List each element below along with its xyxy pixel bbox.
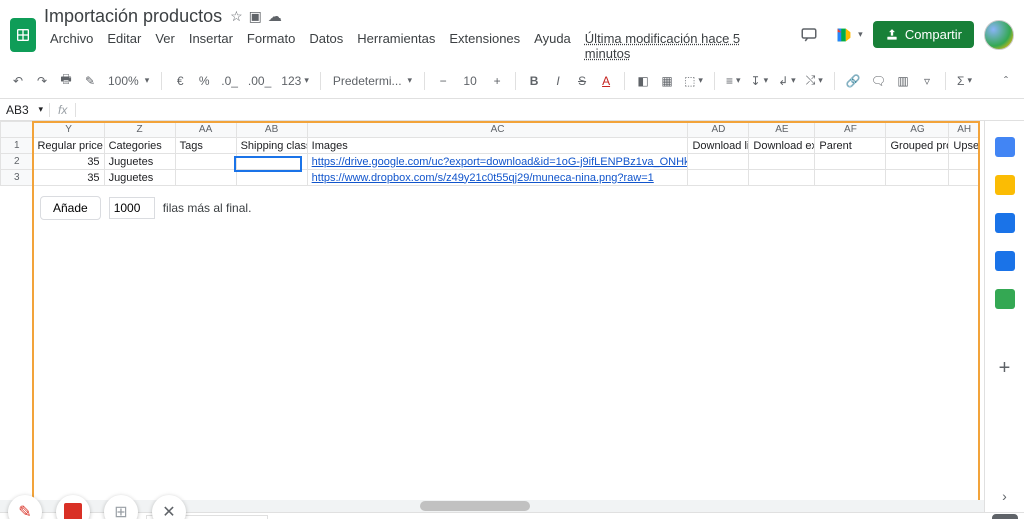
col-header[interactable]: AE: [749, 122, 815, 138]
valign-icon[interactable]: ↧: [748, 69, 772, 93]
data-row[interactable]: 2 35 Juguetes https://drive.google.com/u…: [1, 154, 980, 170]
close-tool-icon[interactable]: ✕: [152, 495, 186, 519]
select-all-corner[interactable]: [1, 122, 33, 138]
menu-herramientas[interactable]: Herramientas: [351, 29, 441, 63]
chevron-down-icon: ▾: [38, 104, 43, 115]
comments-icon[interactable]: [795, 21, 823, 49]
maps-icon[interactable]: [995, 289, 1015, 309]
active-cell-AB3[interactable]: [236, 170, 307, 186]
col-header[interactable]: AF: [815, 122, 886, 138]
header-row[interactable]: 1 Regular price Categories Tags Shipping…: [1, 138, 980, 154]
name-box-value: AB3: [6, 103, 29, 117]
col-header[interactable]: AG: [886, 122, 949, 138]
calendar-icon[interactable]: [995, 137, 1015, 157]
menu-archivo[interactable]: Archivo: [44, 29, 99, 63]
filter-icon[interactable]: ▿: [917, 69, 937, 93]
chart-icon[interactable]: ▥: [893, 69, 913, 93]
data-row[interactable]: 3 35 Juguetes https://www.dropbox.com/s/…: [1, 170, 980, 186]
move-icon[interactable]: ▣: [249, 8, 262, 25]
menu-extensiones[interactable]: Extensiones: [443, 29, 526, 63]
sheets-logo[interactable]: [10, 18, 36, 52]
col-header[interactable]: AB: [236, 122, 307, 138]
currency-euro-icon[interactable]: €: [170, 69, 190, 93]
col-header[interactable]: Z: [104, 122, 175, 138]
contacts-icon[interactable]: [995, 251, 1015, 271]
functions-icon[interactable]: Σ: [954, 69, 975, 93]
percent-icon[interactable]: %: [194, 69, 214, 93]
menu-datos[interactable]: Datos: [303, 29, 349, 63]
merge-cells-icon[interactable]: ⬚: [681, 69, 706, 93]
addons-plus-icon[interactable]: +: [999, 357, 1011, 380]
doc-title[interactable]: Importación productos: [44, 6, 222, 27]
text-color-icon[interactable]: A: [596, 69, 616, 93]
bold-icon[interactable]: B: [524, 69, 544, 93]
keep-icon[interactable]: [995, 175, 1015, 195]
menu-formato[interactable]: Formato: [241, 29, 301, 63]
toolbar: ↶ ↷ 🖶 ✎ 100% € % .0_ .00_ 123 Predetermi…: [0, 63, 1024, 99]
increase-decimal-icon[interactable]: .00_: [245, 69, 274, 93]
menu-ayuda[interactable]: Ayuda: [528, 29, 577, 63]
side-panel: + ›: [984, 121, 1024, 512]
italic-icon[interactable]: I: [548, 69, 568, 93]
font-size-decrease[interactable]: −: [433, 69, 453, 93]
undo-icon[interactable]: ↶: [8, 69, 28, 93]
font-size-input[interactable]: 10: [457, 73, 483, 89]
zoom-select[interactable]: 100%: [104, 74, 153, 88]
colorfill-tool-icon[interactable]: [56, 495, 90, 519]
collapse-sidepanel-icon[interactable]: ›: [1002, 488, 1007, 504]
grid-tool-icon[interactable]: ⊞: [104, 495, 138, 519]
meet-icon[interactable]: [833, 22, 863, 48]
rotate-icon[interactable]: ⤭: [803, 69, 826, 93]
name-box[interactable]: AB3 ▾: [0, 103, 50, 117]
image-link[interactable]: https://drive.google.com/uc?export=downl…: [307, 154, 688, 170]
collapse-toolbar-icon[interactable]: ˆ: [996, 69, 1016, 93]
add-rows-suffix: filas más al final.: [163, 201, 252, 215]
wrap-icon[interactable]: ↲: [775, 69, 799, 93]
font-size-increase[interactable]: +: [487, 69, 507, 93]
explore-button[interactable]: ✦: [992, 514, 1018, 519]
col-header[interactable]: AH: [949, 122, 980, 138]
share-button[interactable]: Compartir: [873, 21, 974, 48]
font-family-select[interactable]: Predetermi...: [329, 74, 416, 88]
account-avatar[interactable]: [984, 20, 1014, 50]
link-icon[interactable]: 🔗: [843, 69, 864, 93]
borders-icon[interactable]: ▦: [657, 69, 677, 93]
paint-format-icon[interactable]: ✎: [80, 69, 100, 93]
scrollbar-thumb[interactable]: [420, 501, 530, 511]
spreadsheet-grid[interactable]: Y Z AA AB AC AD AE AF AG AH 1 Regular pr…: [0, 121, 984, 512]
col-header[interactable]: Y: [33, 122, 104, 138]
print-icon[interactable]: 🖶: [56, 69, 76, 93]
halign-icon[interactable]: ≡: [723, 69, 744, 93]
add-rows-button[interactable]: Añade: [40, 196, 101, 220]
strikethrough-icon[interactable]: S: [572, 69, 592, 93]
image-link[interactable]: https://www.dropbox.com/s/z49y21c0t55qj2…: [307, 170, 688, 186]
last-edit[interactable]: Última modificación hace 5 minutos: [579, 29, 787, 63]
menubar: Archivo Editar Ver Insertar Formato Dato…: [44, 29, 787, 63]
col-header[interactable]: AD: [688, 122, 749, 138]
col-header[interactable]: AC: [307, 122, 688, 138]
share-label: Compartir: [905, 27, 962, 42]
menu-insertar[interactable]: Insertar: [183, 29, 239, 63]
fx-icon: fx: [50, 103, 76, 117]
cloud-icon[interactable]: ☁: [268, 8, 282, 25]
tasks-icon[interactable]: [995, 213, 1015, 233]
decrease-decimal-icon[interactable]: .0_: [218, 69, 241, 93]
fill-color-icon[interactable]: ◧: [633, 69, 653, 93]
col-header[interactable]: AA: [175, 122, 236, 138]
menu-ver[interactable]: Ver: [149, 29, 181, 63]
menu-editar[interactable]: Editar: [101, 29, 147, 63]
star-icon[interactable]: ☆: [230, 8, 243, 25]
more-formats-icon[interactable]: 123: [278, 69, 312, 93]
record-tool-icon[interactable]: ✎: [8, 495, 42, 519]
add-rows-count[interactable]: [109, 197, 155, 219]
comment-icon[interactable]: 🗨: [868, 69, 889, 93]
redo-icon[interactable]: ↷: [32, 69, 52, 93]
